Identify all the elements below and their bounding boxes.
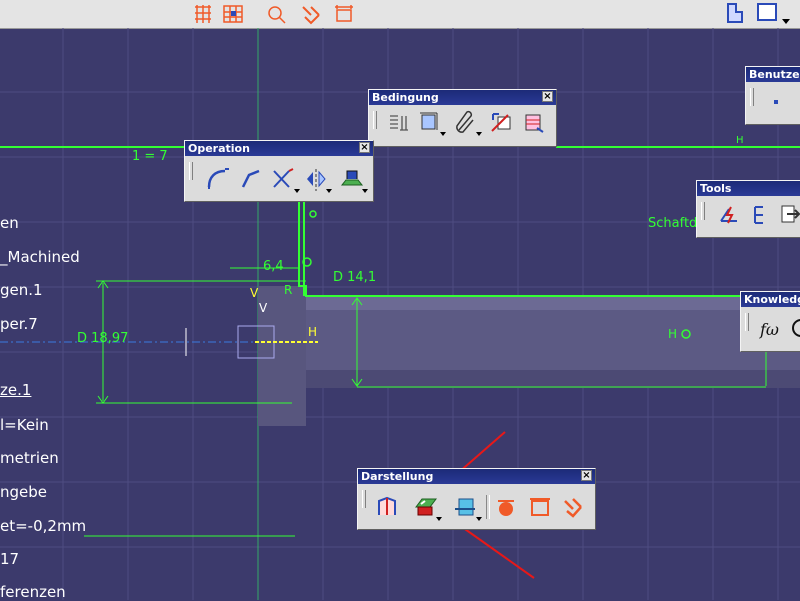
toolbar-tools[interactable]: Tools (696, 180, 800, 238)
toolbar-darstellung[interactable]: Darstellung × (357, 468, 596, 530)
chamfer-button[interactable] (239, 167, 265, 191)
toolbar-grip[interactable] (750, 88, 754, 106)
tree-item[interactable]: 17 (0, 550, 19, 568)
visualization-mode-button[interactable] (375, 495, 401, 519)
label-v-white: V (259, 301, 268, 315)
toolbar-title[interactable]: Benutzer (746, 67, 800, 82)
toolbar-grip[interactable] (701, 202, 705, 220)
tree-item[interactable]: _Machined (0, 248, 80, 266)
fix-together-button[interactable] (489, 110, 515, 134)
dim-r[interactable]: R (284, 283, 292, 297)
toolbar-title-text: Bedingung (372, 91, 439, 104)
tree-item[interactable]: ferenzen (0, 583, 66, 601)
toolbar-benutzer[interactable]: Benutzer (745, 66, 800, 125)
toolbar-title-text: Benutzer (749, 68, 800, 81)
point-button[interactable] (764, 90, 790, 114)
tree-item-selected[interactable]: ze.1 (0, 381, 31, 399)
toolbar-title-text: Tools (700, 182, 732, 195)
toolbar-title-text: Knowledge (744, 293, 800, 306)
cut-part-by-sketch-plane-button[interactable] (453, 495, 482, 521)
tree-item[interactable]: metrien (0, 449, 59, 467)
knowledge-help-button[interactable] (789, 316, 800, 340)
close-icon[interactable]: × (542, 91, 553, 102)
toolbar-grip[interactable] (745, 313, 749, 331)
toolbar-title-text: Operation (188, 142, 250, 155)
dim-d-18-97[interactable]: D 18,97 (77, 331, 128, 346)
tree-item[interactable]: l=Kein (0, 416, 49, 434)
toolbar-operation[interactable]: Operation × (184, 140, 374, 202)
shaft-body (258, 286, 800, 426)
label-h-yellow: H (308, 325, 318, 339)
toolbar-bedingung[interactable]: Bedingung × (368, 89, 557, 147)
corner-button[interactable] (205, 167, 231, 191)
label-v-yellow: V (250, 286, 259, 300)
geometric-constraints-display-button[interactable] (562, 495, 588, 519)
label-h-upper: H (736, 135, 744, 146)
project-3d-elements-button[interactable] (339, 167, 368, 193)
output-feature-button[interactable] (749, 203, 775, 227)
toolbar-grip[interactable] (373, 111, 377, 129)
tree-item[interactable]: en (0, 214, 19, 232)
tree-item[interactable]: gen.1 (0, 281, 43, 299)
formula-button[interactable]: fω (759, 316, 785, 340)
auto-constraint-button[interactable] (521, 110, 547, 134)
constraint-button[interactable] (417, 110, 446, 136)
constraints-dialog-button[interactable] (386, 110, 412, 134)
toolbar-separator (486, 495, 490, 519)
toolbar-title[interactable]: Darstellung × (358, 469, 595, 484)
constraint-top-label: 1 = 7 (132, 149, 168, 164)
tree-item[interactable]: ngebe (0, 483, 47, 501)
tree-item[interactable]: et=-0,2mm (0, 517, 86, 535)
profile-feature-button[interactable] (779, 203, 800, 227)
toolbar-title[interactable]: Operation × (185, 141, 373, 156)
toolbar-grip[interactable] (189, 162, 193, 180)
sketch-solving-status-button[interactable] (413, 495, 442, 521)
isolate-button[interactable] (717, 203, 743, 227)
toolbar-title[interactable]: Bedingung × (369, 90, 556, 105)
diagnostics-button[interactable] (494, 495, 520, 519)
toolbar-grip[interactable] (362, 490, 366, 508)
tree-item[interactable]: per.7 (0, 315, 38, 333)
toolbar-knowledge[interactable]: Knowledge fω (740, 291, 800, 352)
toolbar-title[interactable]: Knowledge (741, 292, 800, 307)
svg-text:fω: fω (759, 320, 779, 339)
contact-constraint-button[interactable] (453, 110, 482, 136)
close-icon[interactable]: × (359, 142, 370, 153)
toolbar-title-text: Darstellung (361, 470, 434, 483)
trim-button[interactable] (271, 167, 300, 193)
label-h-right: H (668, 327, 678, 341)
schaft-label: Schaftd (648, 216, 698, 231)
close-icon[interactable]: × (581, 470, 592, 481)
dim-6-4[interactable]: 6,4 (263, 259, 284, 274)
dimensions-display-button[interactable] (528, 495, 554, 519)
mirror-button[interactable] (303, 167, 332, 193)
toolbar-title[interactable]: Tools (697, 181, 800, 196)
dim-d-14-1[interactable]: D 14,1 (333, 270, 376, 285)
